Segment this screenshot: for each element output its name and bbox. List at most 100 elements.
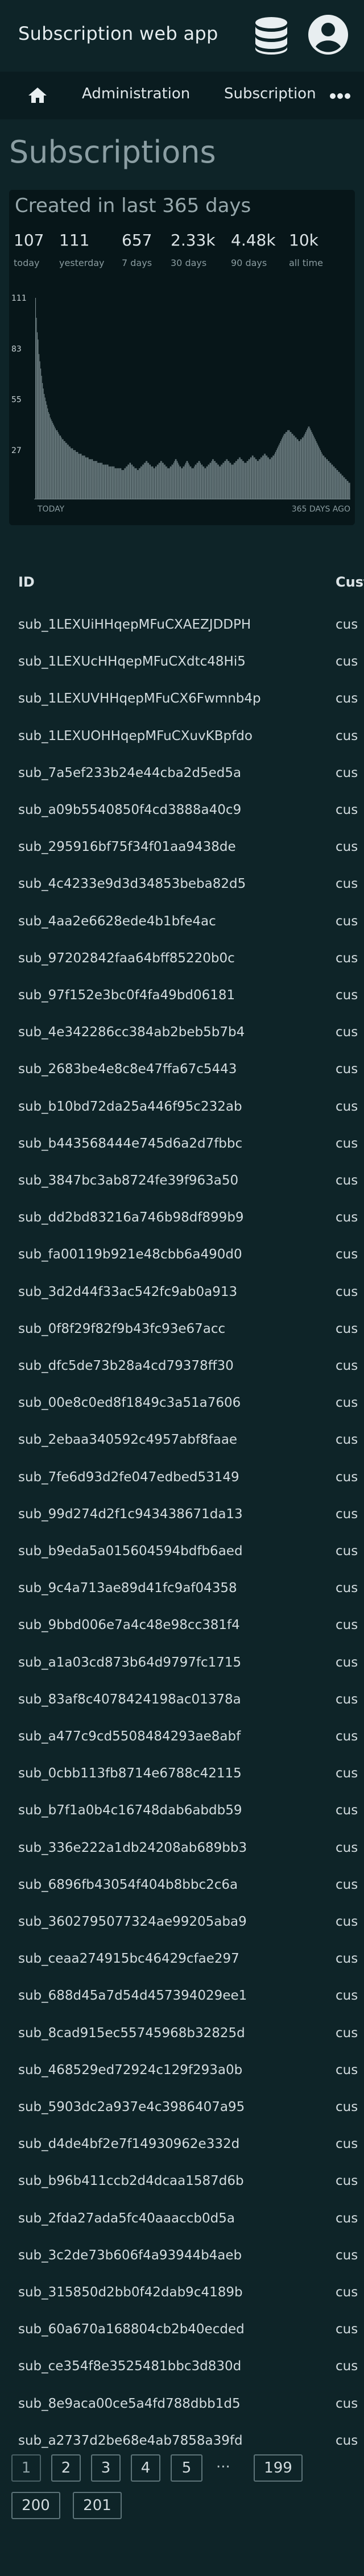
subscription-id-link[interactable]: sub_a09b5540850f4cd3888a40c9 [18, 803, 241, 817]
customer-id-link[interactable]: cus [336, 1951, 364, 1966]
subscription-id-link[interactable]: sub_0cbb113fb8714e6788c42115 [18, 1766, 242, 1781]
subscription-id-link[interactable]: sub_3d2d44f33ac542fc9ab0a913 [18, 1285, 237, 1299]
table-row[interactable]: sub_99d274d2f1c943438671da13 cus [0, 1498, 364, 1535]
table-row[interactable]: sub_2fda27ada5fc40aaaccb0d5a cus [0, 2202, 364, 2240]
customer-id-link[interactable]: cus [336, 2396, 364, 2411]
subscription-id-link[interactable]: sub_0f8f29f82f9b43fc93e67acc [18, 1322, 225, 1336]
table-row[interactable]: sub_336e222a1db24208ab689bb3 cus [0, 1831, 364, 1869]
table-row[interactable]: sub_9c4a713ae89d41fc9af04358 cus [0, 1572, 364, 1609]
table-row[interactable]: sub_1LEXUcHHqepMFuCXdtc48Hi5 cus [0, 645, 364, 683]
customer-id-link[interactable]: cus [336, 2026, 364, 2041]
customer-id-link[interactable]: cus [336, 654, 364, 669]
customer-id-link[interactable]: cus [336, 2322, 364, 2337]
subscription-id-link[interactable]: sub_5903dc2a937e4c3986407a95 [18, 2100, 245, 2114]
customer-id-link[interactable]: cus [336, 766, 364, 780]
subscription-id-link[interactable]: sub_97f152e3bc0f4fa49bd06181 [18, 988, 235, 1003]
table-row[interactable]: sub_1LEXUOHHqepMFuCXuvKBpfdo cus [0, 720, 364, 757]
subscription-id-link[interactable]: sub_3602795077324ae99205aba9 [18, 1914, 247, 1929]
table-row[interactable]: sub_7fe6d93d2fe047edbed53149 cus [0, 1461, 364, 1498]
subscription-id-link[interactable]: sub_7a5ef233b24e44cba2d5ed5a [18, 766, 241, 780]
customer-id-link[interactable]: cus [336, 1581, 364, 1596]
table-row[interactable]: sub_a1a03cd873b64d9797fc1715 cus [0, 1646, 364, 1684]
subscription-id-link[interactable]: sub_6896fb43054f404b8bbc2c6a [18, 1877, 238, 1892]
subscription-id-link[interactable]: sub_00e8c0ed8f1849c3a51a7606 [18, 1395, 241, 1410]
subscription-id-link[interactable]: sub_9bbd006e7a4c48e98cc381f4 [18, 1618, 240, 1632]
table-row[interactable]: sub_3c2de73b606f4a93944b4aeb cus [0, 2239, 364, 2276]
customer-id-link[interactable]: cus [336, 914, 364, 929]
customer-id-link[interactable]: cus [336, 1173, 364, 1188]
column-header-id[interactable]: ID [18, 574, 35, 590]
table-row[interactable]: sub_1LEXUVHHqepMFuCX6Fwmnb4p cus [0, 682, 364, 720]
subscription-id-link[interactable]: sub_60a670a168804cb2b40ecded [18, 2322, 245, 2337]
table-row[interactable]: sub_2ebaa340592c4957abf8faae cus [0, 1423, 364, 1461]
subscription-id-link[interactable]: sub_3c2de73b606f4a93944b4aeb [18, 2248, 242, 2263]
customer-id-link[interactable]: cus [336, 1062, 364, 1077]
subscription-id-link[interactable]: sub_688d45a7d54d457394029ee1 [18, 1988, 247, 2003]
table-row[interactable]: sub_fa00119b921e48cbb6a490d0 cus [0, 1238, 364, 1275]
table-row[interactable]: sub_0f8f29f82f9b43fc93e67acc cus [0, 1312, 364, 1350]
customer-id-link[interactable]: cus [336, 1099, 364, 1114]
subscription-id-link[interactable]: sub_1LEXUcHHqepMFuCXdtc48Hi5 [18, 654, 246, 669]
customer-id-link[interactable]: cus [336, 1803, 364, 1818]
table-row[interactable]: sub_97202842faa64bff85220b0c cus [0, 942, 364, 979]
customer-id-link[interactable]: cus [336, 729, 364, 743]
customer-id-link[interactable]: cus [336, 1692, 364, 1707]
page-button-5[interactable]: 5 [171, 2454, 202, 2482]
customer-id-link[interactable]: cus [336, 1729, 364, 1744]
table-row[interactable]: sub_b10bd72da25a446f95c232ab cus [0, 1090, 364, 1128]
table-row[interactable]: sub_468529ed72924c129f293a0b cus [0, 2054, 364, 2091]
table-row[interactable]: sub_295916bf75f34f01aa9438de cus [0, 830, 364, 868]
customer-id-link[interactable]: cus [336, 1395, 364, 1410]
page-button-199[interactable]: 199 [254, 2454, 303, 2482]
subscription-id-link[interactable]: sub_336e222a1db24208ab689bb3 [18, 1840, 247, 1855]
customer-id-link[interactable]: cus [336, 988, 364, 1003]
customer-id-link[interactable]: cus [336, 2285, 364, 2300]
customer-id-link[interactable]: cus [336, 2137, 364, 2151]
table-row[interactable]: sub_dfc5de73b28a4cd79378ff30 cus [0, 1349, 364, 1387]
customer-id-link[interactable]: cus [336, 1136, 364, 1151]
customer-id-link[interactable]: cus [336, 951, 364, 966]
customer-id-link[interactable]: cus [336, 1988, 364, 2003]
subscription-id-link[interactable]: sub_dfc5de73b28a4cd79378ff30 [18, 1358, 234, 1373]
subscription-id-link[interactable]: sub_4aa2e6628ede4b1bfe4ac [18, 914, 216, 929]
subscription-id-link[interactable]: sub_a477c9cd5508484293ae8abf [18, 1729, 241, 1744]
customer-id-link[interactable]: cus [336, 1210, 364, 1225]
table-row[interactable]: sub_3602795077324ae99205aba9 cus [0, 1905, 364, 1943]
page-button-4[interactable]: 4 [131, 2454, 160, 2482]
customer-id-link[interactable]: cus [336, 840, 364, 854]
nav-item-subscription-admin[interactable]: Subscription admin [224, 85, 320, 102]
customer-id-link[interactable]: cus [336, 803, 364, 817]
customer-id-link[interactable]: cus [336, 2248, 364, 2263]
table-row[interactable]: sub_a09b5540850f4cd3888a40c9 cus [0, 793, 364, 831]
table-row[interactable]: sub_b7f1a0b4c16748dab6abdb59 cus [0, 1794, 364, 1831]
table-row[interactable]: sub_97f152e3bc0f4fa49bd06181 cus [0, 979, 364, 1016]
customer-id-link[interactable]: cus [336, 1507, 364, 1522]
customer-id-link[interactable]: cus [336, 1766, 364, 1781]
table-row[interactable]: sub_dd2bd83216a746b98df899b9 cus [0, 1201, 364, 1239]
table-row[interactable]: sub_1LEXUiHHqepMFuCXAEZJDDPH cus [0, 608, 364, 646]
table-row[interactable]: sub_7a5ef233b24e44cba2d5ed5a cus [0, 757, 364, 794]
database-icon[interactable] [253, 16, 290, 56]
table-row[interactable]: sub_d4de4bf2e7f14930962e332d cus [0, 2128, 364, 2165]
table-row[interactable]: sub_b96b411ccb2d4dcaa1587d6b cus [0, 2164, 364, 2202]
more-horizontal-icon[interactable] [329, 86, 351, 106]
customer-id-link[interactable]: cus [336, 1877, 364, 1892]
page-button-1[interactable]: 1 [11, 2454, 41, 2482]
customer-id-link[interactable]: cus [336, 1914, 364, 1929]
subscription-id-link[interactable]: sub_dd2bd83216a746b98df899b9 [18, 1210, 244, 1225]
customer-id-link[interactable]: cus [336, 2100, 364, 2114]
subscription-id-link[interactable]: sub_1LEXUOHHqepMFuCXuvKBpfdo [18, 729, 253, 743]
subscription-id-link[interactable]: sub_fa00119b921e48cbb6a490d0 [18, 1247, 242, 1262]
customer-id-link[interactable]: cus [336, 2063, 364, 2078]
page-button-201[interactable]: 201 [73, 2492, 122, 2519]
subscription-id-link[interactable]: sub_d4de4bf2e7f14930962e332d [18, 2137, 239, 2151]
table-row[interactable]: sub_8e9aca00ce5a4fd788dbb1d5 cus [0, 2387, 364, 2425]
nav-item-administration[interactable]: Administration [82, 85, 190, 102]
table-row[interactable]: sub_b9eda5a015604594bdfb6aed cus [0, 1535, 364, 1572]
table-row[interactable]: sub_3d2d44f33ac542fc9ab0a913 cus [0, 1275, 364, 1313]
subscription-id-link[interactable]: sub_ce354f8e3525481bbc3d830d [18, 2359, 241, 2374]
subscription-id-link[interactable]: sub_2ebaa340592c4957abf8faae [18, 1432, 237, 1447]
table-row[interactable]: sub_4c4233e9d3d34853beba82d5 cus [0, 867, 364, 905]
subscription-id-link[interactable]: sub_83af8c4078424198ac01378a [18, 1692, 241, 1707]
table-row[interactable]: sub_83af8c4078424198ac01378a cus [0, 1683, 364, 1721]
